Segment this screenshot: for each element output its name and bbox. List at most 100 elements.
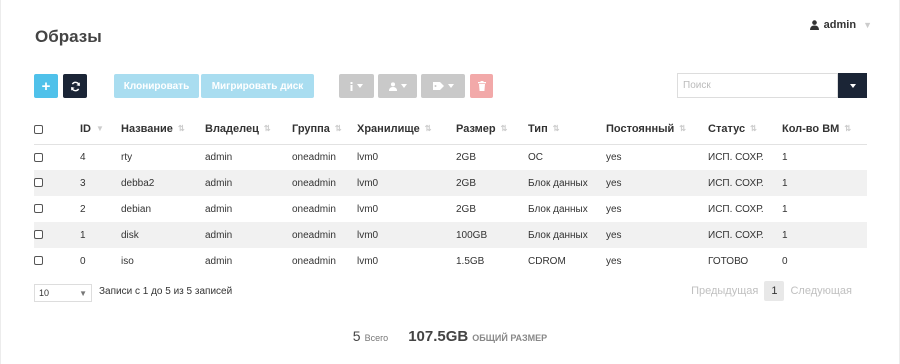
pagination: Предыдущая 1 Следующая (685, 281, 858, 301)
row-checkbox[interactable] (34, 204, 43, 214)
cell-type: Блок данных (528, 170, 606, 196)
cell-owner: admin (205, 170, 292, 196)
row-checkbox-cell[interactable] (34, 248, 80, 274)
cell-size: 1.5GB (456, 255, 485, 267)
cell-status: ИСП. СОХР. (708, 170, 782, 196)
pagination-prev[interactable]: Предыдущая (685, 285, 764, 297)
refresh-icon (70, 81, 80, 91)
select-all-checkbox-cell[interactable] (34, 115, 80, 145)
info-dropdown-button[interactable] (339, 74, 374, 98)
cell-datastore: lvm0 (357, 151, 379, 163)
cell-vm-count: 1 (782, 222, 867, 248)
column-header-name[interactable]: Название ⇅ (121, 115, 205, 145)
row-checkbox-cell[interactable] (34, 222, 80, 248)
search-options-button[interactable] (838, 73, 867, 98)
migrate-disk-button[interactable]: Мигрировать диск (201, 74, 314, 98)
cell-id: 4 (80, 151, 86, 163)
cell-vm-count: 1 (782, 170, 867, 196)
cell-group: oneadmin (292, 203, 336, 215)
cell-name: rty (121, 151, 133, 163)
cell-vm-count: 1 (782, 203, 788, 215)
cell-datastore: lvm0 (357, 222, 456, 248)
pagination-info: Записи с 1 до 5 из 5 записей (99, 286, 233, 297)
column-header-owner[interactable]: Владелец ⇅ (205, 115, 292, 145)
cell-persistent: yes (606, 151, 622, 163)
sort-icon: ⇅ (334, 124, 342, 134)
cell-size: 100GB (456, 222, 528, 248)
table-header-row: ID ▼ Название ⇅ Владелец ⇅ Группа ⇅ Хранилищ… (34, 115, 867, 145)
page-length-value: 10 (39, 288, 50, 298)
table-row[interactable]: 4 rty admin oneadmin lvm0 2GB ОС yes ИСП… (34, 144, 867, 170)
table-row[interactable]: 1 disk admin oneadmin lvm0 100GB Блок да… (34, 222, 867, 248)
cell-group: oneadmin (292, 170, 357, 196)
total-count: 5 (352, 328, 361, 344)
sort-icon: ⇅ (263, 124, 271, 134)
sort-icon: ⇅ (552, 124, 560, 134)
cell-id: 1 (80, 222, 121, 248)
table-row[interactable]: 0 iso admin oneadmin lvm0 1.5GB CDROM ye… (34, 248, 867, 274)
clone-button[interactable]: Клонировать (114, 74, 199, 98)
column-header-status[interactable]: Статус ⇅ (708, 115, 782, 145)
refresh-button[interactable] (63, 74, 87, 98)
cell-name: iso (121, 255, 134, 267)
total-size: 107.5GB (408, 328, 469, 345)
trash-icon (477, 81, 486, 91)
user-menu[interactable]: admin ▼ (809, 19, 872, 31)
row-checkbox[interactable] (34, 152, 43, 162)
cell-type: Блок данных (528, 203, 588, 215)
column-header-size[interactable]: Размер ⇅ (456, 115, 528, 145)
caret-down-icon (447, 84, 454, 88)
cell-status: ИСП. СОХР. (708, 151, 764, 163)
search-input[interactable] (677, 73, 838, 98)
cell-name: debian (121, 203, 152, 215)
cell-size: 2GB (456, 203, 477, 215)
row-checkbox[interactable] (34, 230, 43, 240)
cell-type: ОС (528, 151, 543, 163)
cell-type: CDROM (528, 255, 566, 267)
column-header-datastore[interactable]: Хранилище ⇅ (357, 115, 456, 145)
row-checkbox-cell[interactable] (34, 170, 80, 196)
select-all-checkbox[interactable] (34, 124, 43, 134)
sort-desc-icon: ▼ (96, 124, 104, 134)
cell-id: 3 (80, 170, 121, 196)
column-header-vm-count[interactable]: Кол-во ВМ ⇅ (782, 115, 867, 145)
page-length-select[interactable]: 10 ▼ (34, 284, 92, 302)
column-header-group[interactable]: Группа ⇅ (292, 115, 357, 145)
delete-button[interactable] (470, 74, 493, 98)
tag-icon (432, 82, 444, 90)
chevron-down-icon: ▼ (79, 288, 87, 298)
labels-dropdown-button[interactable] (421, 74, 465, 98)
cell-type: Блок данных (528, 222, 606, 248)
cell-owner: admin (205, 255, 233, 267)
cell-persistent: yes (606, 170, 708, 196)
row-checkbox[interactable] (34, 178, 43, 188)
pagination-current-page[interactable]: 1 (764, 281, 785, 301)
sort-icon: ⇅ (177, 124, 185, 134)
pagination-next[interactable]: Следующая (784, 285, 858, 297)
cell-group: oneadmin (292, 222, 357, 248)
column-header-id[interactable]: ID ▼ (80, 115, 121, 145)
total-size-label: ОБЩИЙ РАЗМЕР (472, 333, 548, 343)
total-count-label: Всего (364, 333, 389, 343)
user-icon (809, 20, 819, 30)
add-button[interactable]: + (34, 74, 58, 98)
row-checkbox-cell[interactable] (34, 196, 80, 222)
sort-icon: ⇅ (844, 124, 852, 134)
cell-datastore: lvm0 (357, 170, 456, 196)
table-row[interactable]: 3 debba2 admin oneadmin lvm0 2GB Блок да… (34, 170, 867, 196)
chevron-down-icon: ▼ (863, 20, 872, 30)
table-row[interactable]: 2 debian admin oneadmin lvm0 2GB Блок да… (34, 196, 867, 222)
column-header-type[interactable]: Тип ⇅ (528, 115, 606, 145)
sort-icon: ⇅ (500, 124, 508, 134)
cell-owner: admin (205, 151, 233, 163)
cell-status: ИСП. СОХР. (708, 222, 782, 248)
owner-dropdown-button[interactable] (378, 74, 417, 98)
column-header-persistent[interactable]: Постоянный ⇅ (606, 115, 708, 145)
cell-owner: admin (205, 222, 292, 248)
images-table: ID ▼ Название ⇅ Владелец ⇅ Группа ⇅ Хранилищ… (34, 115, 867, 274)
row-checkbox-cell[interactable] (34, 144, 80, 170)
row-checkbox[interactable] (34, 256, 43, 266)
cell-size: 2GB (456, 170, 528, 196)
sort-icon: ⇅ (750, 124, 757, 134)
cell-name: disk (121, 222, 205, 248)
